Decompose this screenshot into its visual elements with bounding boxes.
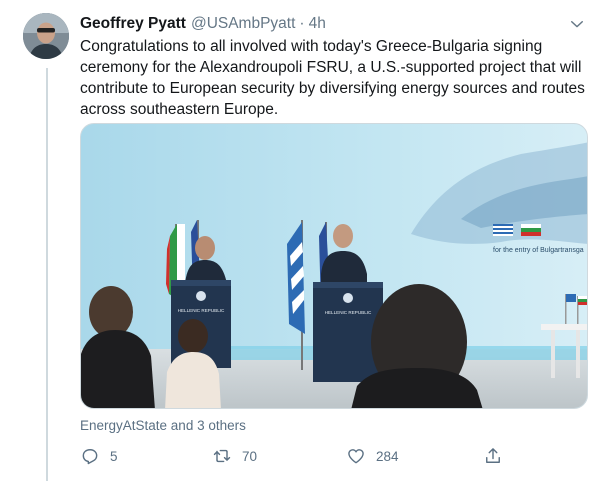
tweet-text: Congratulations to all involved with tod… xyxy=(80,38,585,118)
tweet-actions: 5 70 284 xyxy=(80,445,510,467)
heart-icon xyxy=(348,449,364,464)
share-icon xyxy=(486,448,500,463)
retweet-count: 70 xyxy=(242,448,258,464)
tweet[interactable]: Geoffrey Pyatt @USAmbPyatt · 4h Congratu… xyxy=(0,0,610,481)
separator-dot: · xyxy=(299,15,305,32)
liked-by-link[interactable]: EnergyAtState and 3 others xyxy=(80,418,246,433)
tweet-header: Geoffrey Pyatt @USAmbPyatt · 4h xyxy=(80,13,590,35)
avatar-photo xyxy=(23,13,69,59)
retweet-icon xyxy=(213,449,231,463)
reply-count: 5 xyxy=(110,448,118,464)
timestamp[interactable]: 4h xyxy=(309,15,326,33)
like-count: 284 xyxy=(376,448,399,464)
reply-button[interactable]: 5 xyxy=(80,445,118,467)
podium-right-label: HELLENIC REPUBLIC xyxy=(325,310,372,315)
retweet-button[interactable]: 70 xyxy=(212,445,257,467)
tweet-photo[interactable]: for the entry of Bulgartransga HELLENIC … xyxy=(80,123,588,409)
reply-icon xyxy=(82,449,98,465)
podium-left-label: HELLENIC REPUBLIC xyxy=(178,308,225,313)
display-name[interactable]: Geoffrey Pyatt xyxy=(80,15,186,33)
backdrop-caption: for the entry of Bulgartransga xyxy=(493,247,584,254)
thread-line xyxy=(46,68,48,481)
avatar[interactable] xyxy=(23,13,69,59)
chevron-down-icon[interactable] xyxy=(568,15,586,33)
ceremony-photo: for the entry of Bulgartransga HELLENIC … xyxy=(81,124,587,408)
like-button[interactable]: 284 xyxy=(346,445,399,467)
user-handle[interactable]: @USAmbPyatt xyxy=(191,15,295,33)
share-button[interactable] xyxy=(483,445,513,467)
